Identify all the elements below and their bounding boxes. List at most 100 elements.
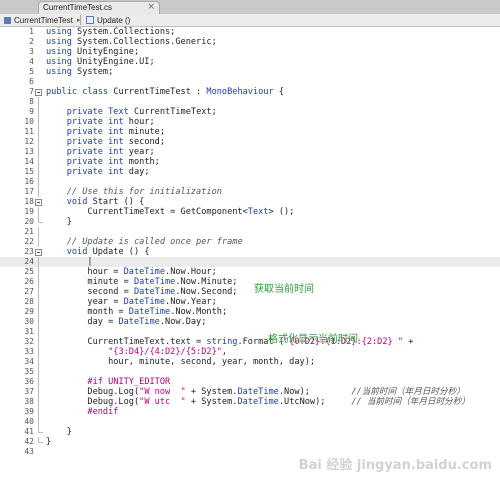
code-text: private int second; [66, 137, 166, 147]
fold-guide [35, 277, 42, 287]
fold-guide [35, 397, 42, 407]
fold-guide [35, 97, 42, 107]
code-text: using UnityEngine; [46, 47, 140, 57]
code-line[interactable]: 3 using UnityEngine; [0, 47, 500, 57]
fold-toggle-icon[interactable] [35, 197, 42, 207]
line-number: 23 [24, 247, 34, 256]
code-line[interactable]: 42} [0, 437, 500, 447]
code-text: private int year; [66, 147, 155, 157]
method-selector[interactable]: Update () [86, 14, 130, 26]
code-line[interactable]: 8 [0, 97, 500, 107]
code-text: private int day; [66, 167, 150, 177]
code-line[interactable]: 4 using UnityEngine.UI; [0, 57, 500, 67]
code-line[interactable]: 34 hour, minute, second, year, month, da… [0, 357, 500, 367]
code-line[interactable]: 27 second = DateTime.Now.Second; [0, 287, 500, 297]
code-line[interactable]: 36 #if UNITY_EDITOR [0, 377, 500, 387]
fold-guide [35, 137, 42, 147]
code-text: // Update is called once per frame [66, 237, 243, 247]
fold-guide [35, 157, 42, 167]
fold-guide [35, 377, 42, 387]
fold-gutter [35, 47, 42, 57]
code-text: #if UNITY_EDITOR [87, 377, 171, 387]
code-line[interactable]: 14 private int month; [0, 157, 500, 167]
code-line[interactable]: 29 month = DateTime.Now.Month; [0, 307, 500, 317]
fold-guide [35, 237, 42, 247]
code-line[interactable]: 11 private int minute; [0, 127, 500, 137]
code-line[interactable]: 21 [0, 227, 500, 237]
code-line[interactable]: 39 #endif [0, 407, 500, 417]
fold-guide [35, 357, 42, 367]
code-line[interactable]: 37 Debug.Log("W now " + System.DateTime.… [0, 387, 500, 397]
line-number: 32 [24, 337, 34, 346]
fold-toggle-icon[interactable] [35, 247, 42, 257]
code-line[interactable]: 16 [0, 177, 500, 187]
code-text: second = DateTime.Now.Second; [46, 287, 238, 297]
code-text: } [46, 217, 72, 227]
code-line[interactable]: 19 CurrentTimeText = GetComponent<Text> … [0, 207, 500, 217]
code-text: month = DateTime.Now.Month; [46, 307, 228, 317]
code-text: #endif [87, 407, 119, 417]
code-line[interactable]: 13 private int year; [0, 147, 500, 157]
line-number: 25 [24, 267, 34, 276]
tab-current-time-test[interactable]: CurrentTimeTest.cs × [38, 1, 160, 15]
line-number: 14 [24, 157, 34, 166]
code-text: using UnityEngine.UI; [46, 57, 155, 67]
code-text: CurrentTimeText = GetComponent<Text> (); [46, 207, 295, 217]
code-line[interactable]: 6 [0, 77, 500, 87]
code-text: "{3:D4}/{4:D2}/{5:D2}", [108, 347, 228, 357]
code-text: } [46, 437, 52, 447]
code-line[interactable]: 33 "{3:D4}/{4:D2}/{5:D2}", [0, 347, 500, 357]
line-number: 39 [24, 407, 34, 416]
line-number: 16 [24, 177, 34, 186]
class-icon [4, 16, 11, 24]
fold-end-marker [35, 437, 43, 447]
code-line[interactable]: 41 } [0, 427, 500, 437]
fold-toggle-icon[interactable] [35, 87, 42, 97]
line-number: 38 [24, 397, 34, 406]
line-number: 29 [24, 307, 34, 316]
code-line[interactable]: 2 using System.Collections.Generic; [0, 37, 500, 47]
code-text: Debug.Log("W now " + System.DateTime.Now… [46, 387, 465, 397]
code-line[interactable]: 24 | [0, 257, 500, 267]
fold-guide [35, 407, 42, 417]
line-number: 34 [24, 357, 34, 366]
fold-guide [35, 267, 42, 277]
line-number: 28 [24, 297, 34, 306]
fold-gutter [35, 447, 42, 457]
line-number: 30 [24, 317, 34, 326]
class-selector[interactable]: CurrentTimeTest ▸ [4, 14, 80, 26]
code-line[interactable]: 35 [0, 367, 500, 377]
code-line[interactable]: 20 } [0, 217, 500, 227]
code-line[interactable]: 25 hour = DateTime.Now.Hour; [0, 267, 500, 277]
line-number: 27 [24, 287, 34, 296]
code-line[interactable]: 30 day = DateTime.Now.Day; [0, 317, 500, 327]
code-line[interactable]: 28 year = DateTime.Now.Year; [0, 297, 500, 307]
fold-gutter [35, 37, 42, 47]
code-line[interactable]: 9 private Text CurrentTimeText; [0, 107, 500, 117]
code-line[interactable]: 15 private int day; [0, 167, 500, 177]
code-editor[interactable]: 1 using System.Collections; 2 using System.… [0, 27, 500, 477]
fold-guide [35, 177, 42, 187]
fold-end-marker [35, 427, 43, 437]
line-number: 22 [24, 237, 34, 246]
code-line[interactable]: 7 public class CurrentTimeTest : MonoBeha… [0, 87, 500, 97]
code-line[interactable]: 32 CurrentTimeText.text = string.Format … [0, 337, 500, 347]
code-line[interactable]: 40 [0, 417, 500, 427]
code-line[interactable]: 10 private int hour; [0, 117, 500, 127]
code-line[interactable]: 18 void Start () { [0, 197, 500, 207]
line-number: 33 [24, 347, 34, 356]
code-line[interactable]: 22 // Update is called once per frame [0, 237, 500, 247]
code-line[interactable]: 5 using System; [0, 67, 500, 77]
fold-gutter [35, 67, 42, 77]
line-number: 3 [29, 47, 34, 56]
code-line[interactable]: 1 using System.Collections; [0, 27, 500, 37]
fold-guide [35, 127, 42, 137]
code-line[interactable]: 31 [0, 327, 500, 337]
code-line[interactable]: 17 // Use this for initialization [0, 187, 500, 197]
code-text: void Update () { [66, 247, 150, 257]
code-line[interactable]: 26 minute = DateTime.Now.Minute; [0, 277, 500, 287]
code-line[interactable]: 23 void Update () { [0, 247, 500, 257]
code-line[interactable]: 38 Debug.Log("W utc " + System.DateTime.… [0, 397, 500, 407]
code-line[interactable]: 12 private int second; [0, 137, 500, 147]
close-icon[interactable]: × [147, 2, 155, 12]
